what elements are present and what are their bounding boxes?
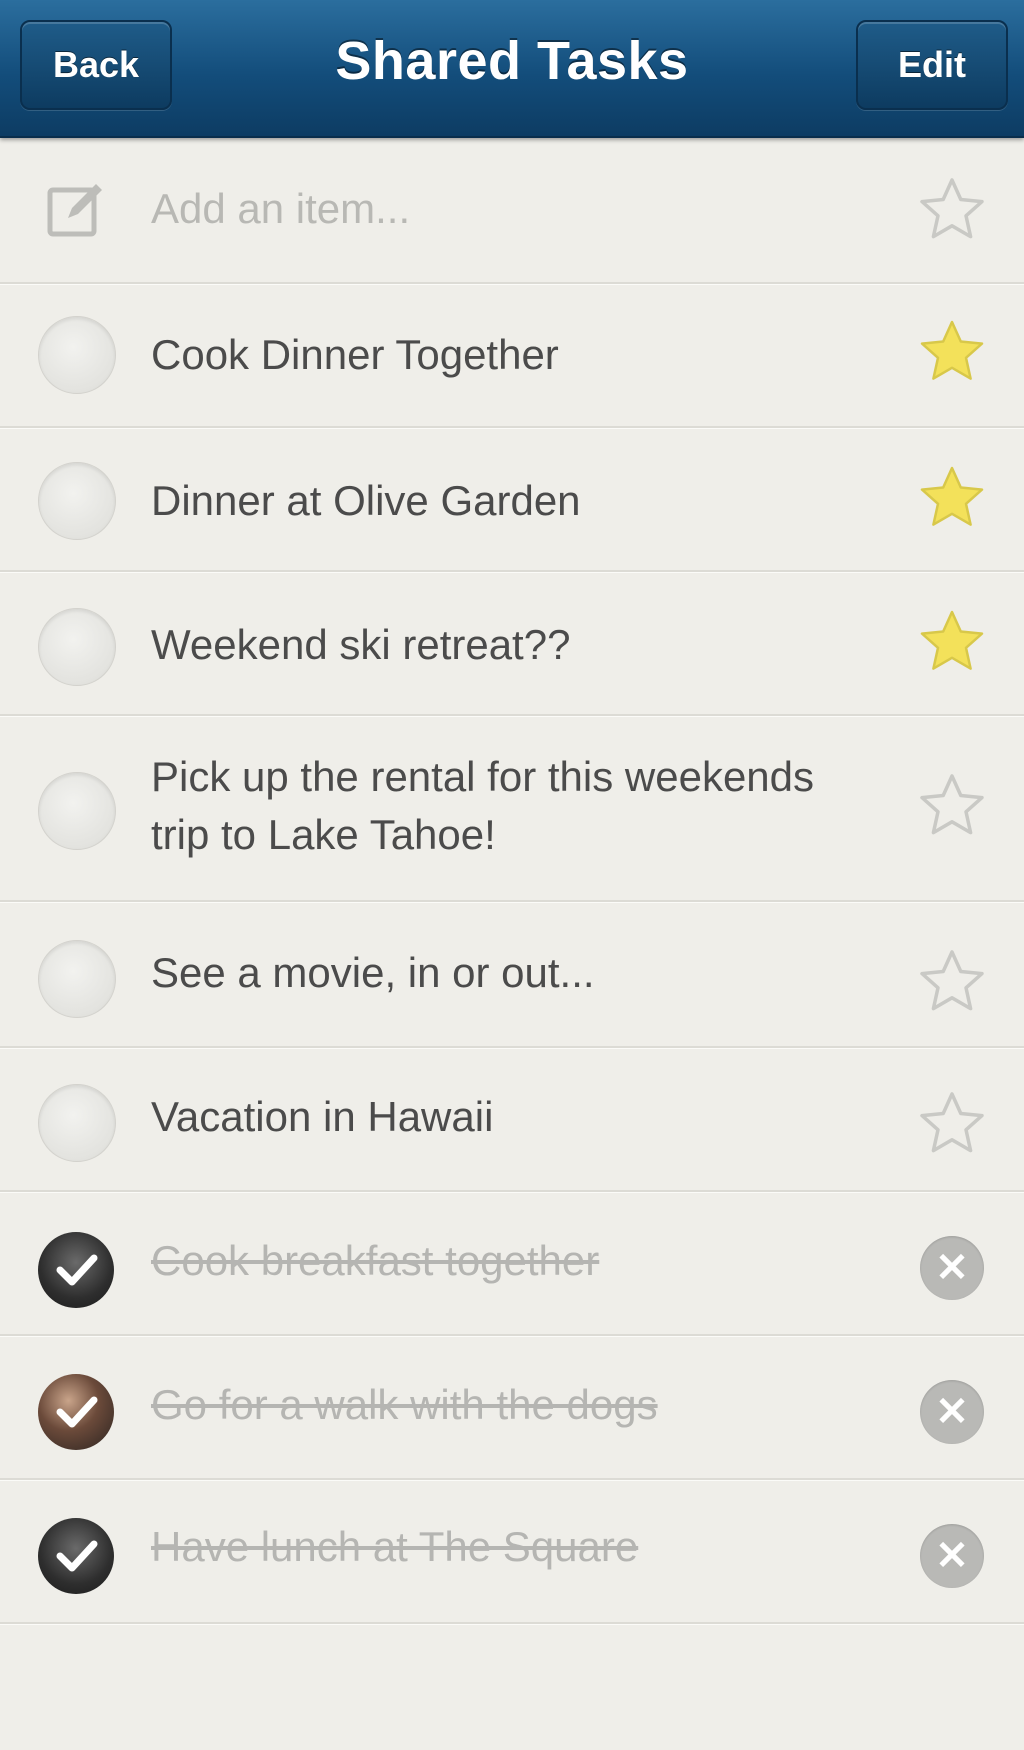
checkbox[interactable] xyxy=(38,608,116,686)
completed-task-row[interactable]: Cook breakfast together ✕ xyxy=(0,1190,1024,1336)
checkbox[interactable] xyxy=(38,772,116,850)
star-outline-icon[interactable] xyxy=(916,174,988,246)
task-text-line: Pick up the rental for this weekends xyxy=(151,753,815,800)
add-item-input[interactable]: Add an item... xyxy=(151,180,891,238)
task-text: See a movie, in or out... xyxy=(151,949,595,996)
task-text: Cook breakfast together xyxy=(151,1237,600,1284)
star-outline-icon[interactable] xyxy=(916,770,988,842)
star-outline-icon[interactable] xyxy=(916,946,988,1018)
checkbox[interactable] xyxy=(38,462,116,540)
task-text: Weekend ski retreat?? xyxy=(151,621,571,668)
task-row[interactable]: Vacation in Hawaii xyxy=(0,1046,1024,1192)
completed-task-row[interactable]: Have lunch at The Square ✕ xyxy=(0,1478,1024,1624)
task-text: Go for a walk with the dogs xyxy=(151,1381,658,1428)
task-text: Have lunch at The Square xyxy=(151,1523,639,1570)
delete-icon[interactable]: ✕ xyxy=(920,1380,984,1444)
completed-task-row[interactable]: Go for a walk with the dogs ✕ xyxy=(0,1334,1024,1480)
task-row[interactable]: Cook Dinner Together xyxy=(0,282,1024,428)
task-row[interactable]: See a movie, in or out... xyxy=(0,902,1024,1048)
task-text: Vacation in Hawaii xyxy=(151,1093,494,1140)
task-row[interactable]: Weekend ski retreat?? xyxy=(0,570,1024,716)
delete-icon[interactable]: ✕ xyxy=(920,1236,984,1300)
avatar[interactable] xyxy=(38,1374,114,1450)
task-text: Dinner at Olive Garden xyxy=(151,477,581,524)
add-item-row[interactable]: Add an item... xyxy=(0,138,1024,284)
edit-button[interactable]: Edit xyxy=(856,20,1008,110)
star-filled-icon[interactable] xyxy=(916,606,988,678)
delete-icon[interactable]: ✕ xyxy=(920,1524,984,1588)
task-row[interactable]: Dinner at Olive Garden xyxy=(0,426,1024,572)
task-text: Cook Dinner Together xyxy=(151,331,559,378)
task-text-line: trip to Lake Tahoe! xyxy=(151,811,496,858)
star-filled-icon[interactable] xyxy=(916,316,988,388)
checkmark-icon xyxy=(56,1254,98,1286)
avatar[interactable] xyxy=(38,1232,114,1308)
avatar[interactable] xyxy=(38,1518,114,1594)
star-filled-icon[interactable] xyxy=(916,462,988,534)
navigation-bar: Back Shared Tasks Edit xyxy=(0,0,1024,138)
star-outline-icon[interactable] xyxy=(916,1088,988,1160)
checkbox[interactable] xyxy=(38,316,116,394)
task-text: Pick up the rental for this weekends tri… xyxy=(151,748,891,864)
edit-icon xyxy=(47,184,102,237)
checkmark-icon xyxy=(56,1540,98,1572)
task-row[interactable]: Pick up the rental for this weekends tri… xyxy=(0,714,1024,902)
checkbox[interactable] xyxy=(38,940,116,1018)
checkbox[interactable] xyxy=(38,1084,116,1162)
checkmark-icon xyxy=(56,1396,98,1428)
